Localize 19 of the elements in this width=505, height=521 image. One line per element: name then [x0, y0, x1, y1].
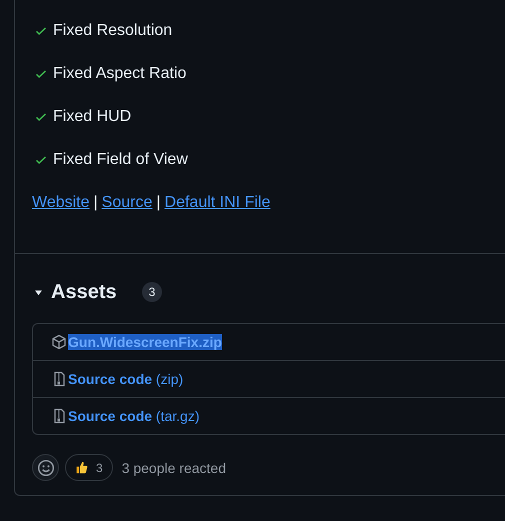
smiley-icon	[36, 458, 54, 476]
feature-text: Fixed HUD	[53, 108, 132, 126]
count-badge: 3	[142, 282, 162, 302]
add-reaction-button[interactable]	[32, 454, 59, 481]
link[interactable]: Source	[102, 194, 152, 212]
reaction-summary: 3 people reacted	[122, 460, 226, 476]
package-icon	[51, 334, 67, 350]
reaction-button[interactable]: 3	[65, 454, 113, 481]
separator: |	[156, 194, 161, 212]
feature-text: Fixed Field of View	[53, 151, 188, 169]
assets-heading: Assets	[51, 280, 117, 304]
feature-text: Fixed Resolution	[53, 22, 172, 40]
asset-link[interactable]: Source code (tar.gz)	[68, 408, 200, 424]
link[interactable]: Default INI File	[164, 194, 270, 212]
thumbs-up-icon	[75, 461, 88, 474]
link[interactable]: Website	[32, 194, 90, 212]
asset-link[interactable]: Source code (zip)	[68, 371, 184, 387]
feature-text: Fixed Aspect Ratio	[53, 65, 186, 83]
separator: |	[94, 194, 98, 212]
